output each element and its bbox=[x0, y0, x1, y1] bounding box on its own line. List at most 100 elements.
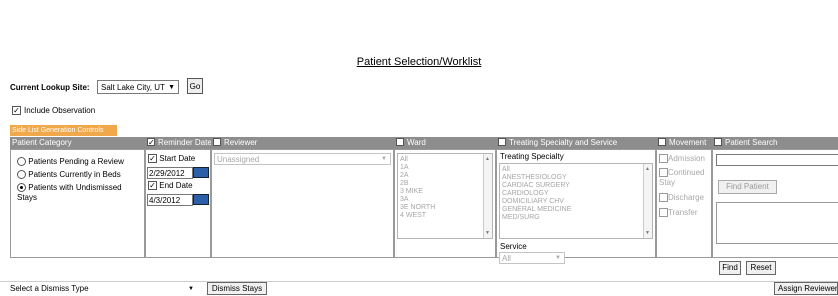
category-option-undismissed[interactable]: Patients with Undismissed Stays bbox=[17, 183, 139, 203]
list-item[interactable]: 3E NORTH bbox=[400, 204, 490, 212]
scroll-up-icon[interactable]: ▲ bbox=[485, 155, 490, 163]
treating-specialty-listbox[interactable]: All ANESTHESIOLOGY CARDIAC SURGERY CARDI… bbox=[499, 163, 653, 239]
movement-option-continued-stay[interactable]: Continued Stay bbox=[659, 168, 711, 188]
start-date-checkbox[interactable]: ✓ bbox=[148, 154, 157, 164]
list-item[interactable]: ANESTHESIOLOGY bbox=[502, 174, 650, 182]
chevron-down-icon: ▼ bbox=[555, 255, 561, 261]
assign-reviewer-button[interactable]: Assign Reviewer bbox=[774, 282, 838, 295]
treating-specialty-label: Treating Specialty bbox=[500, 152, 564, 161]
patient-category-panel: Patients Pending a Review Patients Curre… bbox=[10, 149, 145, 258]
movement-checkbox[interactable] bbox=[658, 137, 666, 146]
ward-scrollbar[interactable]: ▲ ▼ bbox=[483, 154, 492, 238]
list-item[interactable]: GENERAL MEDICINE bbox=[502, 206, 650, 214]
category-option-label: Patients Currently in Beds bbox=[28, 170, 121, 179]
list-item[interactable]: 1A bbox=[400, 164, 490, 172]
movement-option-label: Discharge bbox=[668, 193, 705, 202]
find-button[interactable]: Find bbox=[719, 261, 741, 275]
ward-listbox[interactable]: All 1A 2A 2B 3 MIKE 3A 3E NORTH 4 WEST ▲… bbox=[397, 153, 493, 239]
list-item[interactable]: 3 MIKE bbox=[400, 188, 490, 196]
movement-header-label: Movement bbox=[669, 138, 707, 147]
service-label: Service bbox=[500, 242, 527, 251]
movement-panel: Admission Continued Stay Discharge Trans… bbox=[656, 149, 712, 258]
continued-stay-checkbox[interactable] bbox=[659, 168, 668, 178]
category-option-label: Patients Pending a Review bbox=[28, 157, 124, 166]
include-observation-label: Include Observation bbox=[24, 106, 96, 115]
go-button[interactable]: Go bbox=[187, 78, 203, 94]
patient-category-header: Patient Category bbox=[10, 137, 145, 149]
list-item[interactable]: All bbox=[400, 156, 490, 164]
lookup-site-label: Current Lookup Site: bbox=[10, 83, 90, 92]
lookup-site-value: Salt Lake City, UT bbox=[101, 83, 165, 92]
lookup-site-select[interactable]: Salt Lake City, UT ▼ bbox=[97, 80, 179, 94]
treating-specialty-header: Treating Specialty and Service bbox=[496, 137, 656, 149]
list-item[interactable]: CARDIAC SURGERY bbox=[502, 182, 650, 190]
movement-option-transfer[interactable]: Transfer bbox=[659, 208, 698, 218]
list-item[interactable]: 4 WEST bbox=[400, 212, 490, 220]
list-item[interactable]: MED/SURG bbox=[502, 214, 650, 222]
movement-option-label: Admission bbox=[668, 154, 705, 163]
end-date-label: End Date bbox=[159, 181, 193, 190]
list-item[interactable]: DOMICILIARY CHV bbox=[502, 198, 650, 206]
patient-search-header-label: Patient Search bbox=[725, 138, 778, 147]
category-option-pending[interactable]: Patients Pending a Review bbox=[17, 157, 124, 167]
discharge-checkbox[interactable] bbox=[659, 193, 668, 203]
dismiss-type-value: Select a Dismiss Type bbox=[10, 284, 89, 293]
list-item[interactable]: 2B bbox=[400, 180, 490, 188]
treating-specialty-header-label: Treating Specialty and Service bbox=[509, 138, 618, 147]
admission-checkbox[interactable] bbox=[659, 154, 668, 164]
start-date-toggle[interactable]: ✓ Start Date bbox=[148, 154, 195, 164]
treating-specialty-scrollbar[interactable]: ▲ ▼ bbox=[643, 164, 652, 238]
scroll-down-icon[interactable]: ▼ bbox=[485, 229, 490, 237]
find-patient-button[interactable]: Find Patient bbox=[718, 180, 777, 194]
category-option-in-beds[interactable]: Patients Currently in Beds bbox=[17, 170, 121, 180]
patient-search-panel: Find Patient Find Reset bbox=[712, 149, 838, 275]
dismiss-type-select[interactable]: Select a Dismiss Type ▼ bbox=[10, 283, 202, 295]
start-date-label: Start Date bbox=[159, 154, 196, 163]
panel-title: Side List Generation Controls bbox=[10, 125, 117, 136]
include-observation[interactable]: ✓ Include Observation bbox=[12, 106, 96, 116]
scroll-down-icon[interactable]: ▼ bbox=[645, 229, 650, 237]
reviewer-checkbox[interactable] bbox=[213, 137, 221, 146]
reset-button[interactable]: Reset bbox=[746, 261, 776, 275]
page-title: Patient Selection/Worklist bbox=[356, 56, 482, 68]
list-item[interactable]: 2A bbox=[400, 172, 490, 180]
category-option-label: Patients with Undismissed Stays bbox=[17, 183, 122, 202]
dismiss-stays-button[interactable]: Dismiss Stays bbox=[207, 282, 267, 295]
include-observation-checkbox[interactable]: ✓ bbox=[12, 106, 21, 116]
patient-search-input[interactable] bbox=[716, 154, 838, 166]
patient-search-results[interactable] bbox=[716, 202, 838, 244]
start-date-input[interactable]: 2/29/2012 bbox=[147, 167, 193, 179]
patient-search-header: Patient Search bbox=[712, 137, 838, 149]
movement-option-admission[interactable]: Admission bbox=[659, 154, 705, 164]
movement-header: Movement bbox=[656, 137, 712, 149]
end-date-toggle[interactable]: ✓ End Date bbox=[148, 181, 193, 191]
service-select[interactable]: All ▼ bbox=[499, 252, 565, 264]
end-date-input[interactable]: 4/3/2012 bbox=[147, 194, 193, 206]
treating-specialty-checkbox[interactable] bbox=[498, 137, 506, 146]
reminder-date-checkbox[interactable]: ✓ bbox=[147, 137, 155, 146]
movement-option-label: Transfer bbox=[668, 208, 698, 217]
radio-in-beds[interactable] bbox=[17, 170, 26, 180]
reviewer-header: Reviewer bbox=[211, 137, 394, 149]
calendar-icon[interactable] bbox=[193, 167, 209, 178]
reviewer-select[interactable]: Unassigned ▼ bbox=[214, 153, 391, 165]
reminder-date-panel: ✓ Start Date 2/29/2012 ✓ End Date 4/3/20… bbox=[145, 149, 211, 258]
treating-specialty-panel: Treating Specialty All ANESTHESIOLOGY CA… bbox=[496, 149, 656, 264]
ward-panel: All 1A 2A 2B 3 MIKE 3A 3E NORTH 4 WEST ▲… bbox=[394, 149, 496, 258]
patient-search-checkbox[interactable] bbox=[714, 137, 722, 146]
transfer-checkbox[interactable] bbox=[659, 208, 668, 218]
chevron-down-icon: ▼ bbox=[168, 84, 175, 91]
list-item[interactable]: All bbox=[502, 166, 650, 174]
reminder-date-header: ✓ Reminder Date bbox=[145, 137, 211, 149]
end-date-checkbox[interactable]: ✓ bbox=[148, 181, 157, 191]
movement-option-discharge[interactable]: Discharge bbox=[659, 193, 704, 203]
reviewer-panel: Unassigned ▼ bbox=[211, 149, 394, 258]
list-item[interactable]: CARDIOLOGY bbox=[502, 190, 650, 198]
radio-undismissed[interactable] bbox=[17, 183, 26, 193]
service-value: All bbox=[502, 254, 511, 263]
radio-pending[interactable] bbox=[17, 157, 26, 167]
list-item[interactable]: 3A bbox=[400, 196, 490, 204]
ward-checkbox[interactable] bbox=[396, 137, 404, 146]
calendar-icon[interactable] bbox=[193, 194, 209, 205]
scroll-up-icon[interactable]: ▲ bbox=[645, 165, 650, 173]
